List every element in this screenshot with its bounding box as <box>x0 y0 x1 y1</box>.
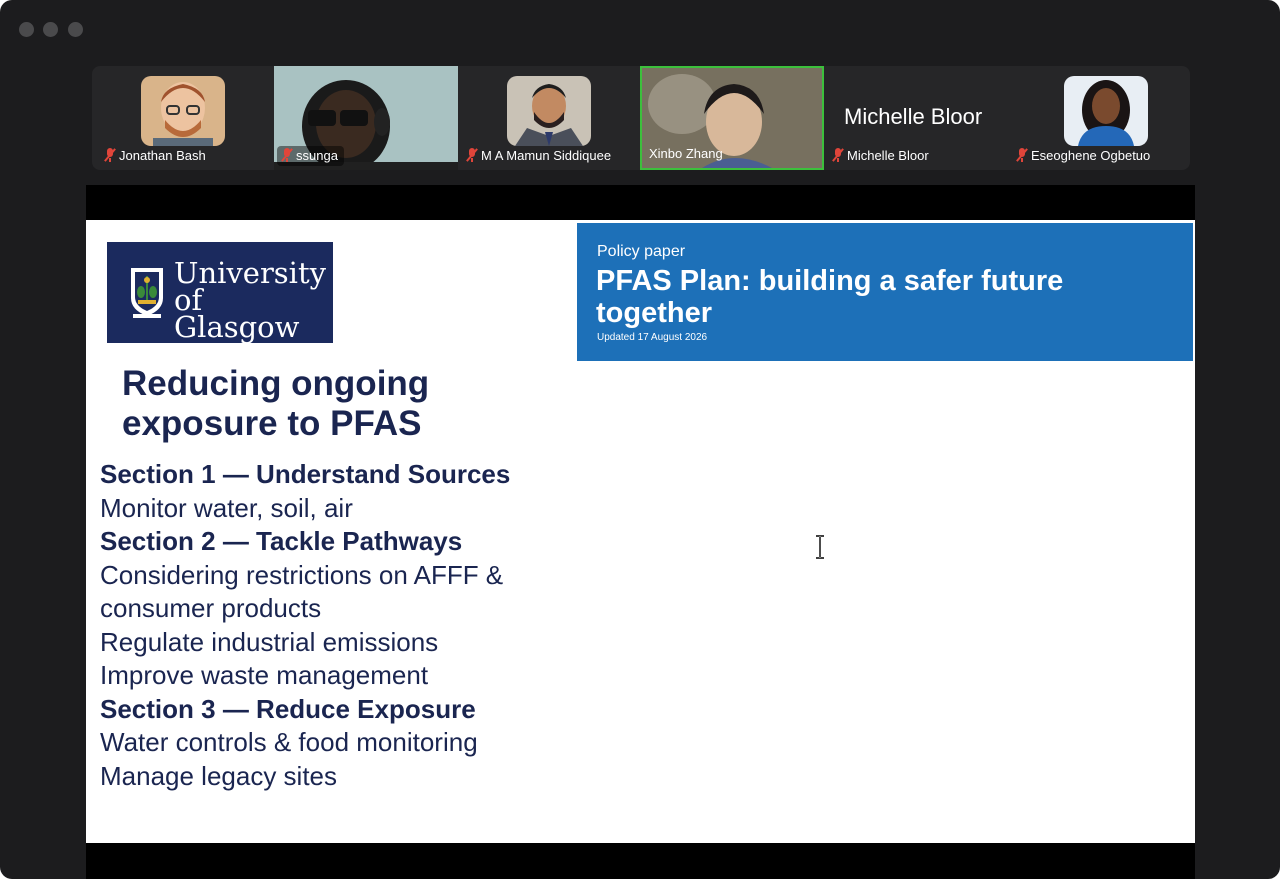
participant-tile-active-speaker[interactable]: Xinbo Zhang <box>640 66 824 170</box>
section-item: Monitor water, soil, air <box>100 492 353 523</box>
section-item: Improve waste management <box>100 660 429 690</box>
meeting-window: Jonathan Bash ssunga M A Mamun Siddiquee… <box>0 0 1280 879</box>
participant-name-tag: M A Mamun Siddiquee <box>462 146 617 166</box>
shared-slide: University of Glasgow Reducing ongoing e… <box>86 220 1195 843</box>
section-heading: Section 2 — Tackle Pathways <box>100 526 463 556</box>
university-wordmark: University of Glasgow <box>174 259 333 344</box>
section-item: Water controls & food monitoring <box>100 727 478 757</box>
mic-muted-icon <box>832 148 844 162</box>
slide-title: Reducing ongoing exposure to PFAS <box>122 364 430 443</box>
participant-strip: Jonathan Bash ssunga M A Mamun Siddiquee… <box>92 66 1190 170</box>
university-crest-icon <box>131 268 163 318</box>
policy-paper-banner: Policy paper PFAS Plan: building a safer… <box>577 223 1193 361</box>
banner-headline: PFAS Plan: building a safer future toget… <box>596 265 1064 329</box>
participant-display-name: Michelle Bloor <box>844 104 983 129</box>
participant-tile[interactable]: Michelle Bloor Michelle Bloor <box>824 66 1006 170</box>
mic-muted-icon <box>466 148 478 162</box>
participant-name-tag: Eseoghene Ogbetuo <box>1012 146 1156 166</box>
section-heading: Section 1 — Understand Sources <box>100 459 511 489</box>
participant-avatar <box>141 76 225 146</box>
participant-name: ssunga <box>296 148 338 163</box>
participant-name-tag: ssunga <box>277 146 344 166</box>
banner-eyebrow: Policy paper <box>597 243 686 260</box>
participant-name-tag: Michelle Bloor <box>828 146 935 166</box>
participant-tile[interactable]: ssunga <box>274 66 458 170</box>
mic-muted-icon <box>104 148 116 162</box>
participant-name: Eseoghene Ogbetuo <box>1031 148 1151 163</box>
section-item: Considering restrictions on AFFF & consu… <box>100 559 504 624</box>
participant-tile[interactable]: Jonathan Bash <box>92 66 274 170</box>
participant-name-tag: Jonathan Bash <box>100 146 212 166</box>
window-zoom-button[interactable] <box>68 22 83 37</box>
participant-avatar <box>507 76 591 146</box>
window-minimize-button[interactable] <box>43 22 58 37</box>
participant-tile[interactable]: Eseoghene Ogbetuo <box>1006 66 1190 170</box>
section-heading: Section 3 — Reduce Exposure <box>100 693 476 724</box>
text-cursor-icon <box>816 535 824 559</box>
participant-name: Xinbo Zhang <box>649 146 723 161</box>
participant-name-tag: Xinbo Zhang <box>645 144 729 164</box>
mic-muted-icon <box>1016 148 1028 162</box>
university-logo: University of Glasgow <box>107 242 333 343</box>
mic-muted-icon <box>281 148 293 162</box>
participant-name: Jonathan Bash <box>119 148 206 163</box>
participant-tile[interactable]: M A Mamun Siddiquee <box>458 66 640 170</box>
window-close-button[interactable] <box>19 22 34 37</box>
participant-name: M A Mamun Siddiquee <box>481 148 612 163</box>
slide-sections: Section 1 — Understand Sources Monitor w… <box>100 458 560 793</box>
participant-avatar <box>1064 76 1148 146</box>
participant-name: Michelle Bloor <box>847 148 929 163</box>
section-item: Manage legacy sites <box>100 760 338 791</box>
banner-updated-date: Updated 17 August 2026 <box>597 332 708 343</box>
section-item: Regulate industrial emissions <box>100 626 439 657</box>
logo-line-2: of Glasgow <box>174 283 300 344</box>
